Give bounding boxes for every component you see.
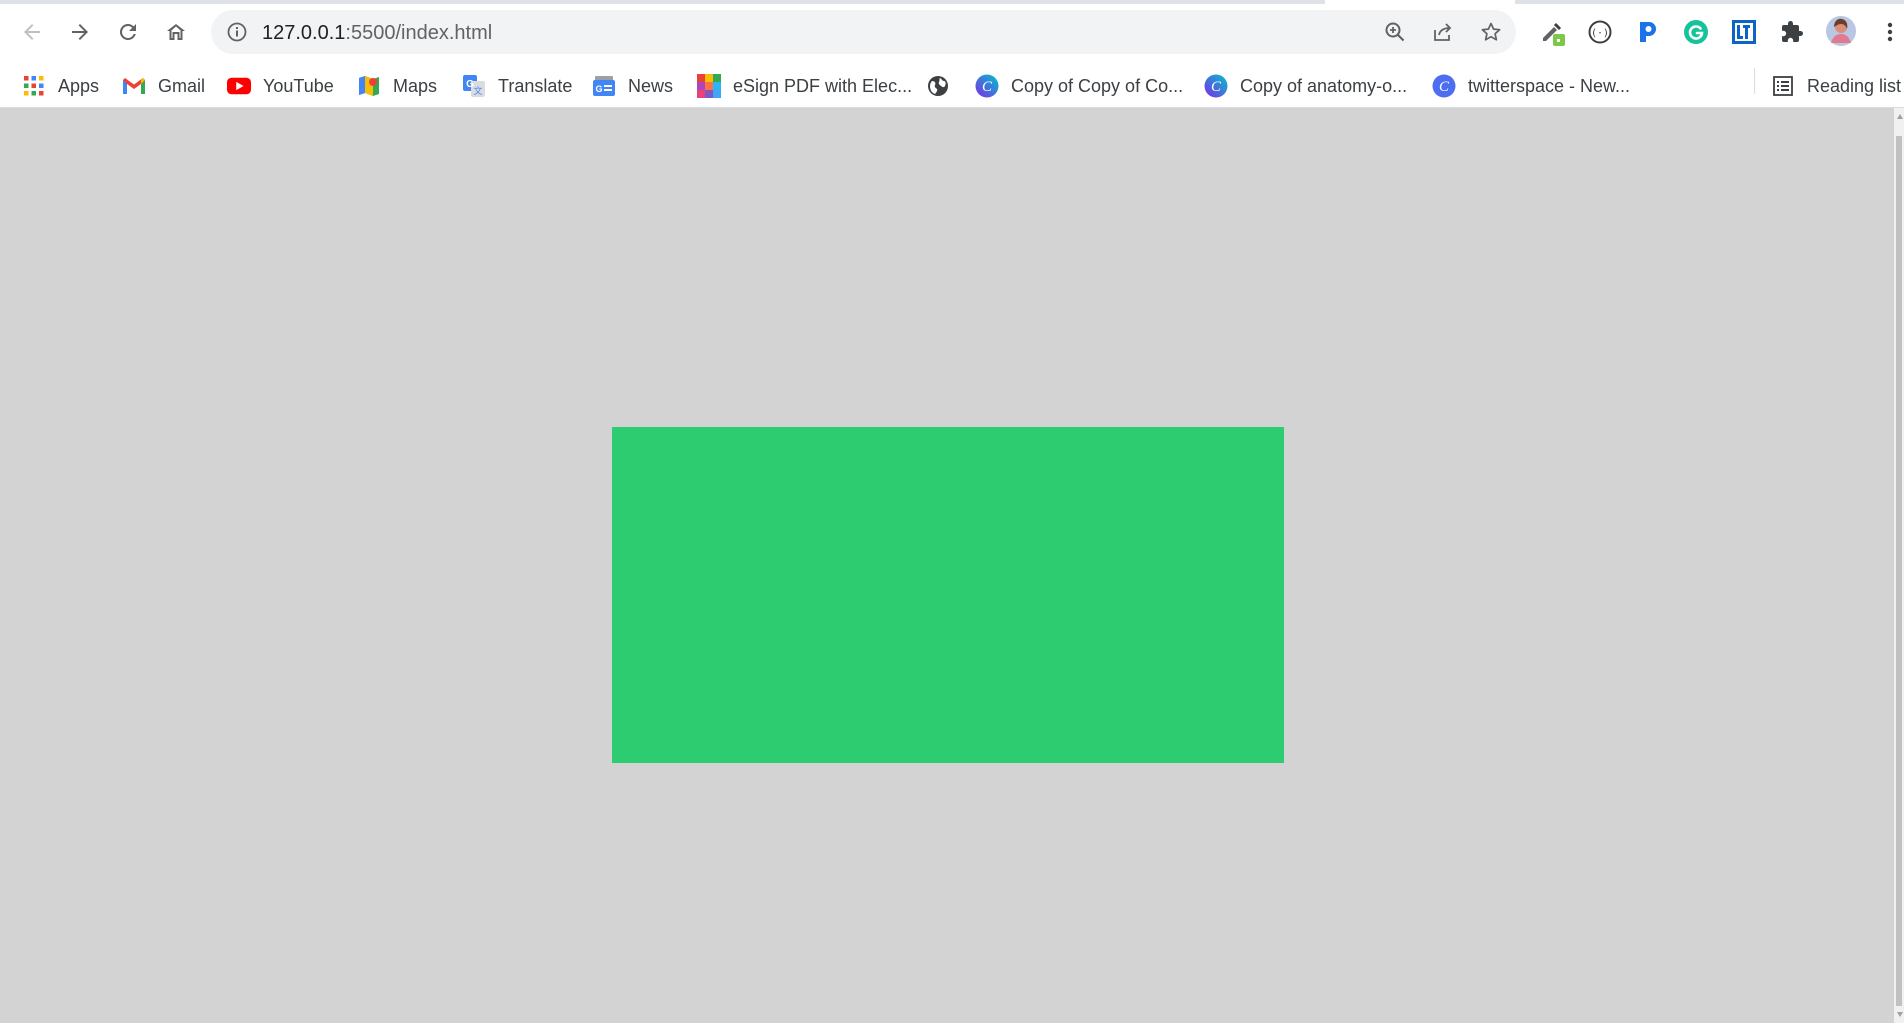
- info-icon[interactable]: [225, 20, 249, 44]
- bookmark-gmail[interactable]: Gmail: [122, 72, 205, 100]
- zoom-in-icon[interactable]: [1383, 20, 1407, 44]
- puzzle-icon: [1782, 21, 1803, 42]
- kebab-menu-icon: [1887, 22, 1893, 42]
- extensions-button[interactable]: [1778, 18, 1806, 46]
- scroll-up-arrow[interactable]: [1897, 114, 1903, 119]
- braces-circle-icon: (·): [1588, 20, 1612, 44]
- avatar: [1826, 16, 1856, 46]
- bookmark-label: YouTube: [263, 75, 334, 96]
- li-extension[interactable]: [1730, 18, 1758, 46]
- bookmark-label: Gmail: [158, 75, 206, 96]
- svg-text:(·): (·): [1591, 28, 1609, 39]
- green-box: [612, 427, 1284, 763]
- canva-icon: C: [1204, 74, 1228, 98]
- scrollbar-thumb[interactable]: [1896, 136, 1902, 1006]
- reload-icon: [119, 23, 136, 40]
- svg-text:C: C: [982, 79, 993, 95]
- reload-button[interactable]: [110, 14, 146, 50]
- bookmark-esign[interactable]: eSign PDF with Elec...: [697, 72, 912, 100]
- grammarly-extension[interactable]: [1682, 18, 1710, 46]
- bookmark-canva-1[interactable]: C Copy of Copy of Co...: [975, 72, 1183, 100]
- bookmark-canva-2[interactable]: C Copy of anatomy-o...: [1204, 72, 1407, 100]
- arrow-right-icon: [72, 24, 88, 40]
- bookmark-maps[interactable]: Maps: [357, 72, 437, 100]
- bookmark-label: twitterspace - New...: [1468, 75, 1631, 96]
- browser-menu-button[interactable]: [1876, 18, 1904, 46]
- forward-button[interactable]: [62, 14, 98, 50]
- canva-icon: C: [1432, 74, 1456, 98]
- home-button[interactable]: [158, 14, 194, 50]
- li-logo-icon: [1732, 20, 1756, 44]
- bookmarks-bar: Apps Gmail YouTube Maps G 文 Translate G …: [0, 64, 1904, 108]
- bookmark-canva-3[interactable]: C twitterspace - New...: [1432, 72, 1630, 100]
- arrow-left-icon: [24, 24, 40, 40]
- tab-strip: [0, 0, 1904, 4]
- bookmark-label: Maps: [393, 75, 438, 96]
- bookmarks-divider: [1754, 68, 1755, 94]
- reading-list-label: Reading list: [1807, 75, 1902, 96]
- maps-icon: [357, 74, 381, 98]
- bookmark-translate[interactable]: G 文 Translate: [462, 72, 572, 100]
- bookmark-globe[interactable]: [926, 72, 962, 100]
- gmail-icon: [122, 74, 146, 98]
- page-viewport: [0, 108, 1894, 1023]
- p-logo-icon: [1640, 22, 1656, 42]
- eyedropper-icon: [1543, 22, 1565, 46]
- bookmark-label: Apps: [58, 75, 100, 96]
- reading-list-button[interactable]: Reading list: [1771, 72, 1901, 100]
- url-path: :5500/index.html: [345, 22, 493, 44]
- svg-text:文: 文: [473, 85, 482, 97]
- esign-icon: [697, 74, 721, 98]
- bookmark-label: eSign PDF with Elec...: [733, 75, 913, 96]
- vertical-scrollbar[interactable]: [1894, 108, 1904, 1023]
- eyedropper-extension[interactable]: [1538, 18, 1566, 46]
- bookmark-youtube[interactable]: YouTube: [227, 72, 334, 100]
- canva-icon: C: [975, 74, 999, 98]
- share-icon[interactable]: [1431, 20, 1455, 44]
- profile-avatar[interactable]: [1825, 15, 1857, 47]
- reading-list-icon: [1771, 74, 1795, 98]
- bookmark-news[interactable]: G News: [592, 72, 673, 100]
- youtube-icon: [227, 74, 251, 98]
- apps-grid-icon: [22, 74, 46, 98]
- back-button[interactable]: [14, 14, 50, 50]
- browser-toolbar: 127.0.0.1:5500/index.html (·): [0, 0, 1904, 64]
- browser-window: 127.0.0.1:5500/index.html (·) Apps Gmail…: [0, 0, 1904, 1023]
- globe-icon: [926, 74, 950, 98]
- grammarly-icon: [1684, 20, 1708, 44]
- dev-tools-extension[interactable]: (·): [1586, 18, 1614, 46]
- url-text[interactable]: 127.0.0.1:5500/index.html: [262, 22, 492, 45]
- scroll-down-arrow[interactable]: [1897, 1012, 1903, 1017]
- active-tab[interactable]: [1325, 0, 1515, 4]
- bookmark-label: Copy of anatomy-o...: [1240, 75, 1408, 96]
- svg-text:G: G: [595, 84, 602, 94]
- bookmark-label: Copy of Copy of Co...: [1011, 75, 1184, 96]
- news-icon: G: [592, 74, 616, 98]
- bookmark-label: News: [628, 75, 674, 96]
- home-icon: [167, 24, 185, 40]
- translate-icon: G 文: [462, 74, 486, 98]
- svg-text:C: C: [1211, 79, 1222, 95]
- address-bar[interactable]: 127.0.0.1:5500/index.html: [211, 10, 1516, 54]
- bookmark-label: Translate: [498, 75, 573, 96]
- p-extension[interactable]: [1634, 18, 1662, 46]
- url-host: 127.0.0.1: [262, 22, 346, 44]
- star-icon[interactable]: [1479, 20, 1503, 44]
- svg-text:C: C: [1439, 79, 1450, 95]
- bookmark-apps[interactable]: Apps: [22, 72, 99, 100]
